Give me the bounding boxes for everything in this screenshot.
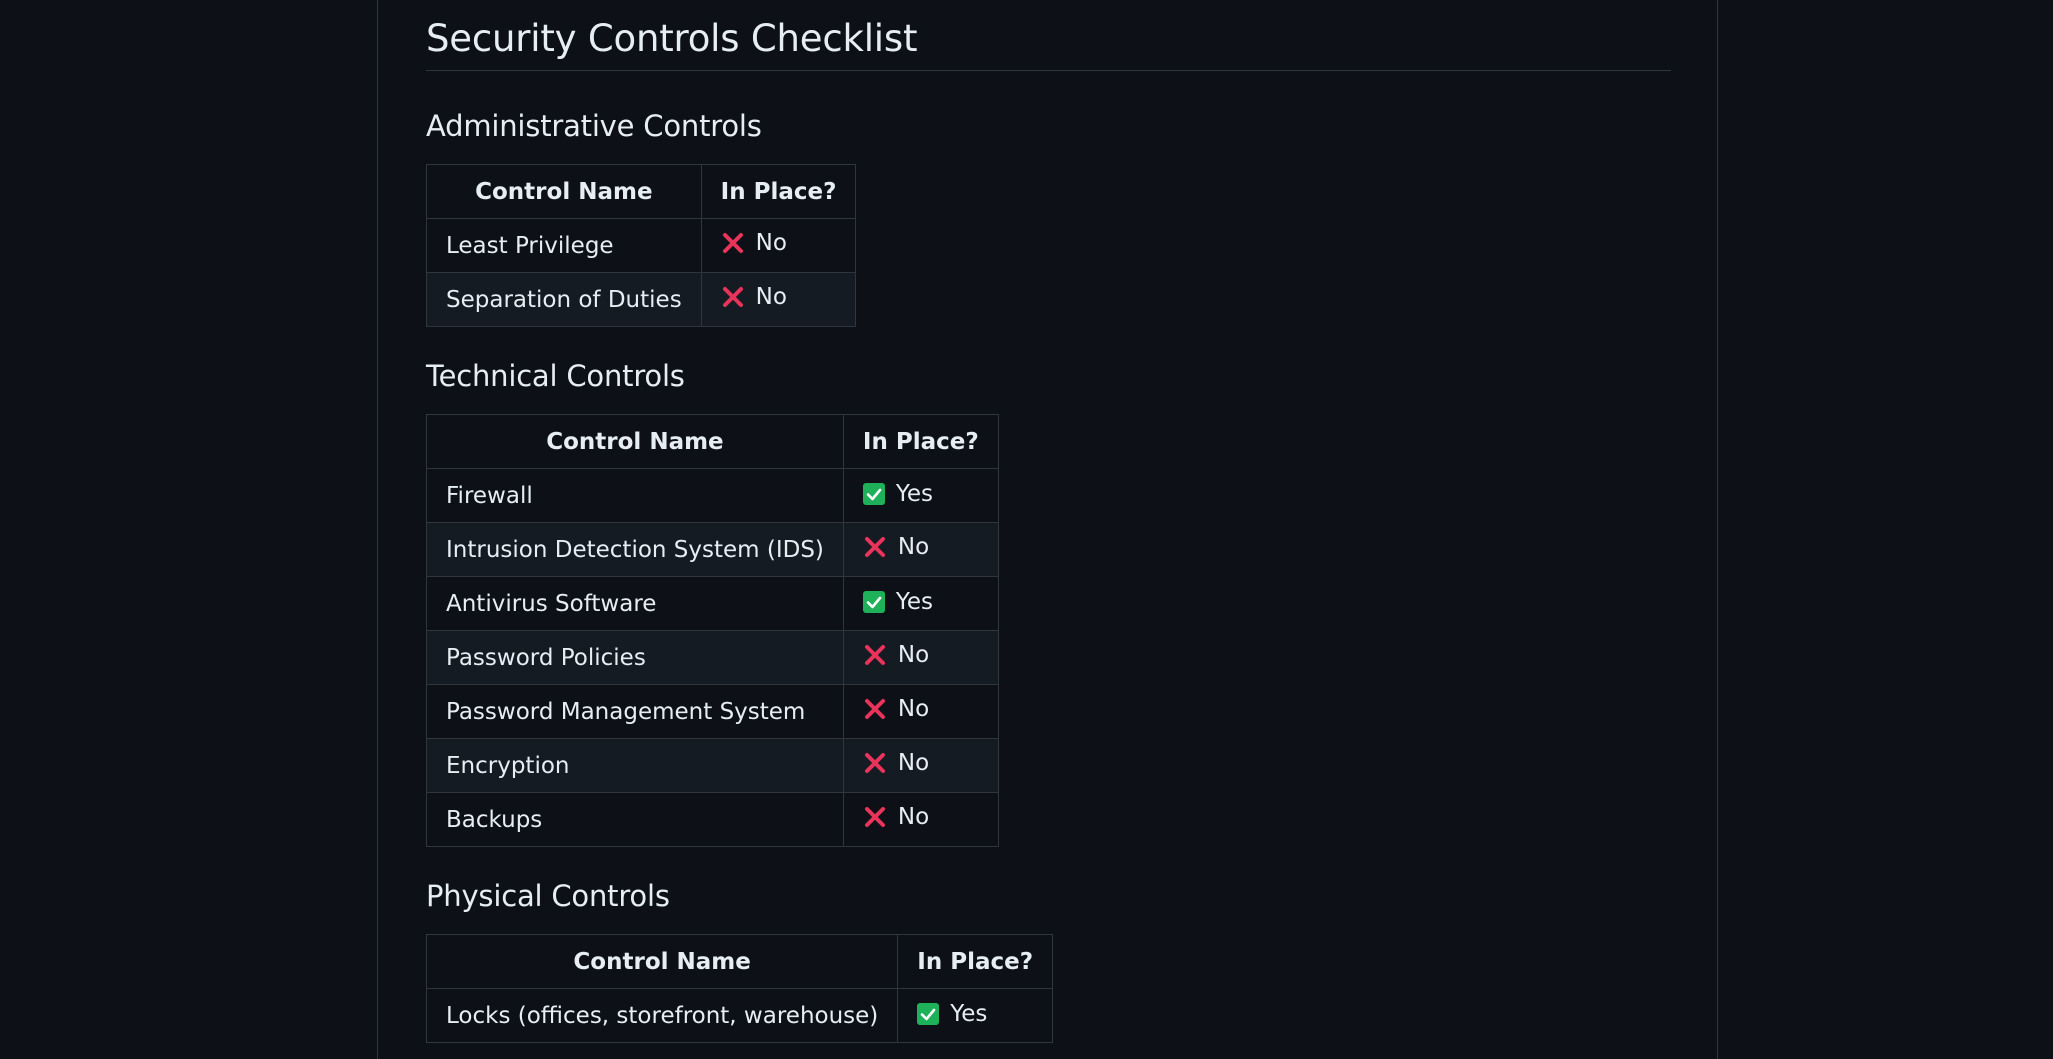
in-place-cell: No — [842, 630, 999, 685]
cross-mark-icon — [864, 753, 885, 773]
table-row: Backups No — [426, 792, 999, 847]
in-place-cell: No — [842, 684, 999, 739]
status-label: Yes — [895, 588, 934, 615]
control-name-cell: Antivirus Software — [426, 576, 844, 631]
document-page: Security Controls Checklist Administrati… — [377, 0, 1718, 1059]
control-name-cell: Backups — [426, 792, 844, 847]
status-label: Yes — [950, 1000, 988, 1027]
controls-table-physical-controls: Control Name In Place? Locks (offices, sto… — [425, 934, 1054, 1043]
status-indicator: Yes — [917, 1001, 987, 1027]
table-row: Password Policies No — [426, 630, 999, 685]
table-row: Least Privilege No — [426, 218, 857, 273]
cross-mark-icon — [864, 807, 885, 827]
in-place-cell: Yes — [897, 988, 1054, 1043]
cross-mark-icon — [864, 537, 885, 557]
section-heading-administrative-controls: Administrative Controls — [426, 109, 762, 143]
controls-table-technical-controls: Control Name In Place? Firewall Yes Intrusio… — [426, 414, 999, 847]
status-indicator: No — [863, 534, 929, 560]
section-heading-physical-controls: Physical Controls — [426, 879, 670, 913]
table-row: Firewall Yes — [426, 468, 999, 523]
controls-table-administrative-controls: Control Name In Place? Least Privilege No Se… — [426, 164, 857, 327]
column-header-control-name: Control Name — [425, 934, 899, 989]
table-row: Antivirus Software Yes — [426, 576, 999, 631]
check-box-icon — [862, 590, 885, 613]
control-name-cell: Locks (offices, storefront, warehouse) — [425, 988, 899, 1043]
status-label: No — [897, 534, 930, 560]
column-header-in-place: In Place? — [842, 414, 999, 469]
status-indicator: No — [863, 804, 929, 830]
check-box-icon — [862, 482, 885, 505]
status-indicator: No — [863, 696, 929, 722]
control-name-cell: Password Management System — [426, 684, 844, 739]
cross-mark-icon — [864, 645, 885, 665]
status-label: No — [897, 804, 930, 830]
in-place-cell: No — [842, 792, 999, 847]
section-heading-technical-controls: Technical Controls — [426, 359, 685, 393]
in-place-cell: No — [700, 218, 857, 273]
status-label: No — [755, 284, 787, 310]
column-header-control-name: Control Name — [426, 414, 844, 469]
in-place-cell: Yes — [842, 468, 999, 523]
in-place-cell: No — [842, 738, 999, 793]
status-indicator: No — [863, 642, 929, 668]
status-indicator: No — [863, 750, 929, 776]
document-content: Security Controls Checklist Administrati… — [425, 0, 1671, 1043]
status-indicator: Yes — [862, 588, 934, 615]
cross-mark-icon — [722, 233, 743, 253]
column-header-in-place: In Place? — [897, 934, 1054, 989]
column-header-control-name: Control Name — [426, 164, 702, 219]
cross-mark-icon — [864, 699, 885, 719]
status-indicator: Yes — [862, 480, 934, 507]
column-header-in-place: In Place? — [700, 164, 857, 219]
status-label: No — [897, 696, 930, 722]
table-header-row: Control Name In Place? — [425, 934, 1054, 989]
check-box-icon — [917, 1002, 940, 1025]
status-indicator: No — [721, 284, 787, 310]
status-indicator: No — [721, 230, 787, 256]
table-header-row: Control Name In Place? — [426, 164, 857, 219]
table-header-row: Control Name In Place? — [426, 414, 999, 469]
table-row: Encryption No — [426, 738, 999, 793]
status-label: No — [897, 642, 930, 668]
page-title: Security Controls Checklist — [426, 0, 1671, 71]
table-row: Locks (offices, storefront, warehouse) Ye… — [425, 988, 1054, 1043]
control-name-cell: Firewall — [426, 468, 844, 523]
control-name-cell: Separation of Duties — [426, 272, 702, 327]
in-place-cell: No — [842, 522, 999, 577]
table-row: Separation of Duties No — [426, 272, 857, 327]
in-place-cell: Yes — [842, 576, 999, 631]
status-label: No — [755, 230, 787, 256]
cross-mark-icon — [722, 287, 743, 307]
table-row: Intrusion Detection System (IDS) No — [426, 522, 999, 577]
table-row: Password Management System No — [426, 684, 999, 739]
control-name-cell: Intrusion Detection System (IDS) — [426, 522, 844, 577]
status-label: Yes — [895, 480, 934, 507]
control-name-cell: Password Policies — [426, 630, 844, 685]
status-label: No — [897, 750, 930, 776]
control-name-cell: Encryption — [426, 738, 844, 793]
in-place-cell: No — [700, 272, 857, 327]
control-name-cell: Least Privilege — [426, 218, 702, 273]
